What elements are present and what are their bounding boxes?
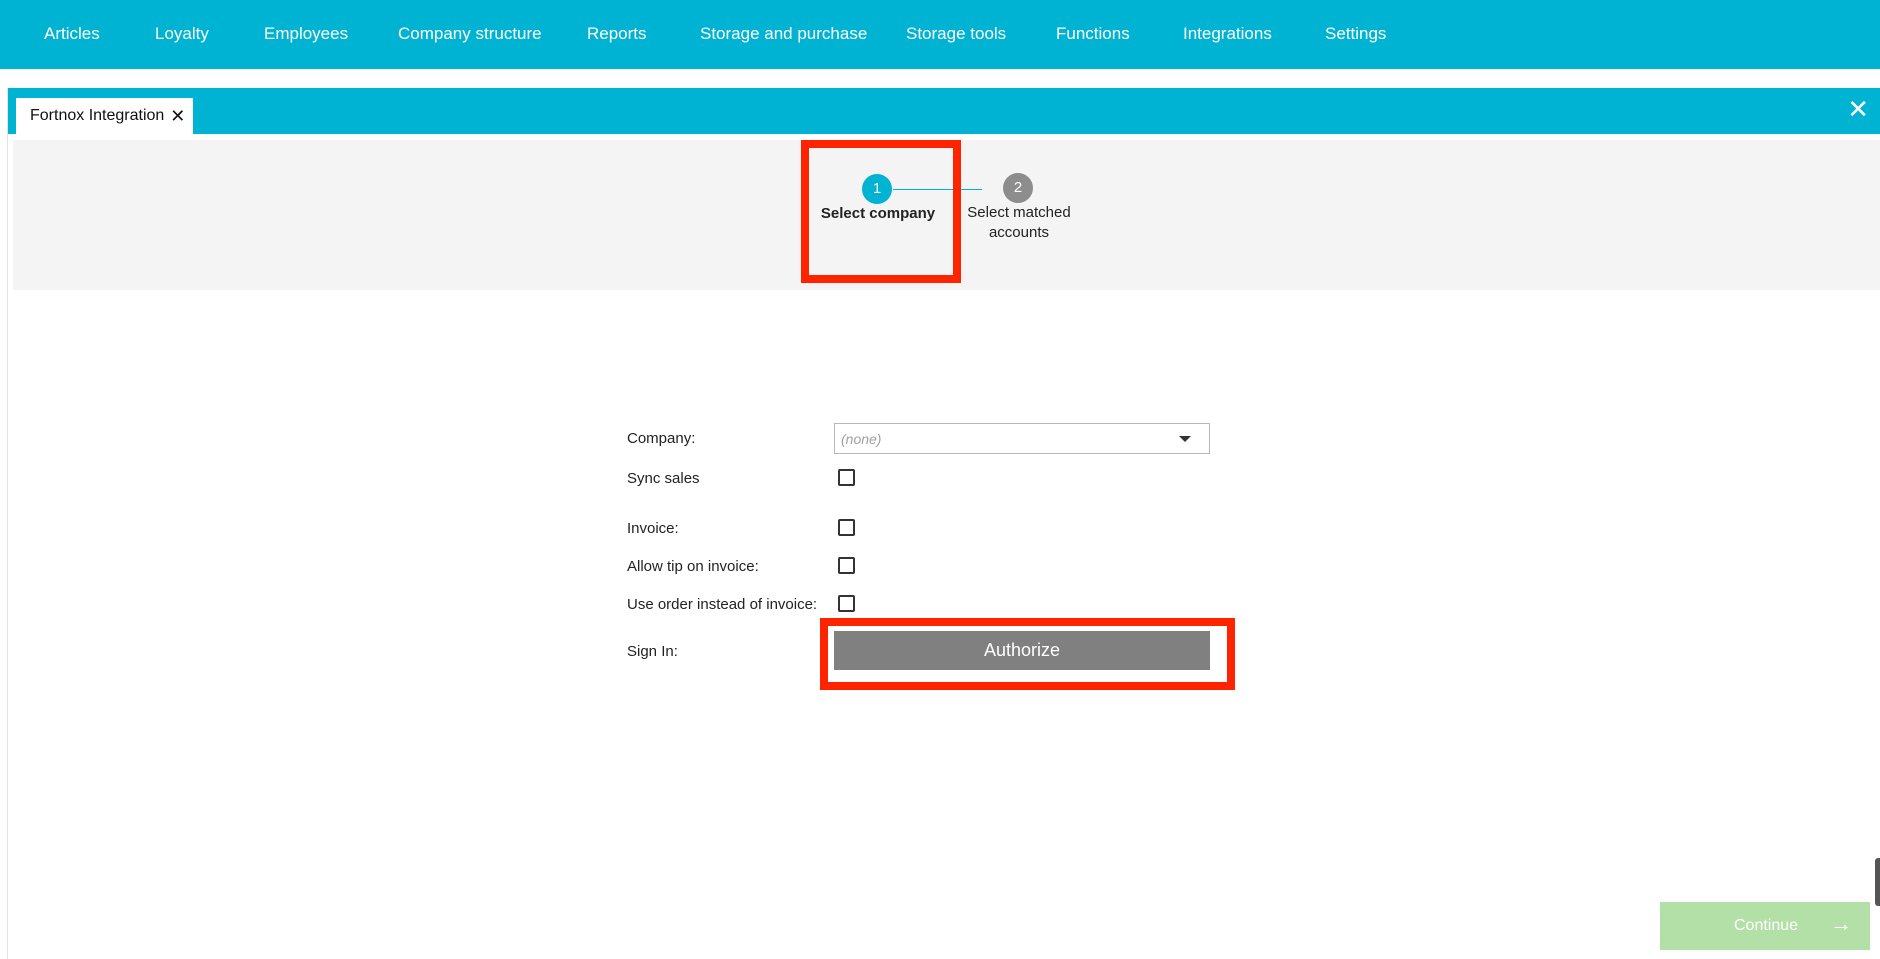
authorize-highlight	[820, 618, 1235, 690]
step-1-highlight	[801, 140, 961, 283]
tab-label: Fortnox Integration	[30, 107, 165, 124]
step-2-label: Select matched accounts	[963, 203, 1075, 243]
nav-item-integrations[interactable]: Integrations	[1183, 24, 1272, 44]
nav-item-storage-and-purchase[interactable]: Storage and purchase	[700, 24, 867, 44]
allow-tip-label: Allow tip on invoice:	[627, 558, 759, 575]
use-order-checkbox[interactable]	[838, 595, 855, 612]
scroll-handle[interactable]	[1875, 858, 1880, 906]
step-2-label-line-1: Select matched	[967, 204, 1071, 221]
company-label: Company:	[627, 430, 696, 447]
arrow-right-icon: →	[1830, 911, 1852, 936]
nav-item-settings[interactable]: Settings	[1325, 24, 1386, 44]
nav-item-articles[interactable]: Articles	[44, 24, 100, 44]
nav-item-employees[interactable]: Employees	[264, 24, 348, 44]
continue-label: Continue	[1734, 917, 1799, 934]
close-icon[interactable]: ✕	[1847, 96, 1869, 122]
window-header: Fortnox Integration ✕ ✕	[8, 88, 1880, 134]
top-navigation: Articles Loyalty Employees Company struc…	[0, 0, 1880, 69]
nav-item-reports[interactable]: Reports	[587, 24, 647, 44]
chevron-down-icon[interactable]	[1179, 436, 1191, 442]
nav-item-functions[interactable]: Functions	[1056, 24, 1130, 44]
nav-item-storage-tools[interactable]: Storage tools	[906, 24, 1006, 44]
sign-in-label: Sign In:	[627, 643, 678, 660]
close-icon[interactable]: ✕	[170, 107, 185, 125]
allow-tip-checkbox[interactable]	[838, 557, 855, 574]
company-select-value: (none)	[841, 431, 882, 447]
continue-button[interactable]: Continue →	[1660, 902, 1870, 950]
invoice-label: Invoice:	[627, 520, 679, 537]
step-2-indicator: 2	[1003, 173, 1033, 203]
sync-sales-label: Sync sales	[627, 470, 700, 487]
company-select[interactable]: (none)	[834, 423, 1210, 454]
nav-item-loyalty[interactable]: Loyalty	[155, 24, 209, 44]
nav-item-company-structure[interactable]: Company structure	[398, 24, 542, 44]
step-2-label-line-2: accounts	[988, 224, 1050, 241]
tab-fortnox-integration[interactable]: Fortnox Integration ✕	[16, 98, 193, 134]
sync-sales-checkbox[interactable]	[838, 469, 855, 486]
use-order-label: Use order instead of invoice:	[627, 596, 818, 613]
invoice-checkbox[interactable]	[838, 519, 855, 536]
